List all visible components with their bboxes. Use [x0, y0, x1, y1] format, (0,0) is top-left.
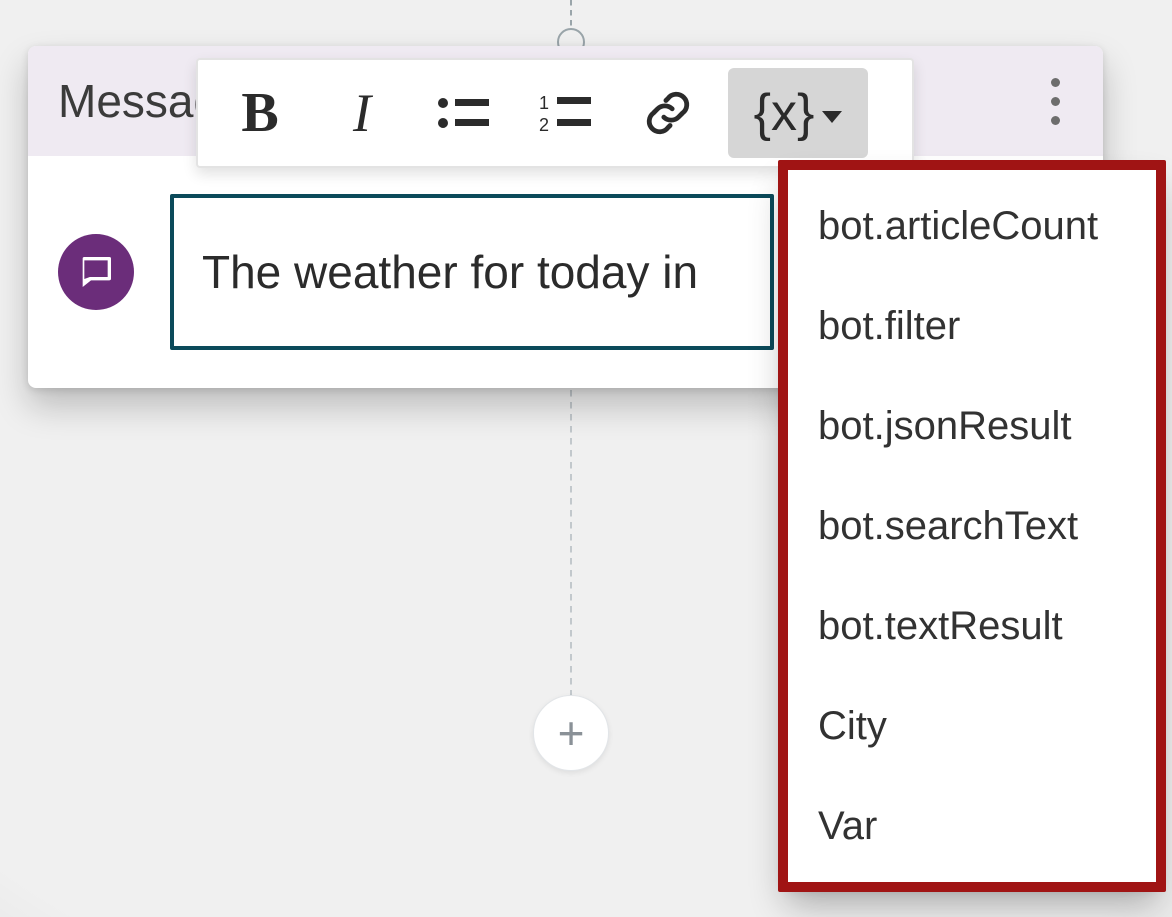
message-text-input[interactable]: The weather for today in	[170, 194, 774, 350]
connector-line-bottom	[570, 390, 572, 700]
numbered-list-icon: 1 2	[537, 91, 595, 135]
plus-icon: +	[558, 710, 585, 756]
bold-icon: B	[241, 81, 278, 145]
insert-variable-button[interactable]: {x}	[728, 68, 868, 158]
bullet-list-button[interactable]	[416, 72, 512, 154]
bullet-list-icon	[435, 91, 493, 135]
link-button[interactable]	[620, 72, 716, 154]
message-type-icon	[58, 234, 134, 310]
more-options-button[interactable]	[1033, 71, 1077, 131]
italic-button[interactable]: I	[314, 72, 410, 154]
formatting-toolbar: B I 1 2	[196, 58, 914, 168]
variable-option[interactable]: bot.textResult	[786, 576, 1158, 676]
chat-bubble-icon	[76, 252, 116, 292]
message-text-value: The weather for today in	[202, 245, 698, 299]
variable-option[interactable]: bot.jsonResult	[786, 376, 1158, 476]
more-vertical-icon	[1051, 97, 1060, 106]
italic-icon: I	[353, 82, 371, 144]
variable-dropdown[interactable]: bot.articleCount bot.filter bot.jsonResu…	[786, 168, 1158, 884]
svg-text:2: 2	[539, 115, 549, 135]
variable-option[interactable]: bot.searchText	[786, 476, 1158, 576]
variable-option[interactable]: bot.filter	[786, 276, 1158, 376]
variable-option[interactable]: Var	[786, 776, 1158, 876]
bold-button[interactable]: B	[212, 72, 308, 154]
more-vertical-icon	[1051, 116, 1060, 125]
variable-option[interactable]: City	[786, 676, 1158, 776]
variable-option[interactable]: bot.articleCount	[786, 176, 1158, 276]
canvas: Message The weather for today in B I	[0, 0, 1172, 917]
chevron-down-icon	[822, 111, 842, 123]
more-vertical-icon	[1051, 78, 1060, 87]
svg-text:1: 1	[539, 93, 549, 113]
link-icon	[643, 88, 693, 138]
variable-icon: {x}	[754, 83, 815, 143]
numbered-list-button[interactable]: 1 2	[518, 72, 614, 154]
add-node-button[interactable]: +	[533, 695, 609, 771]
